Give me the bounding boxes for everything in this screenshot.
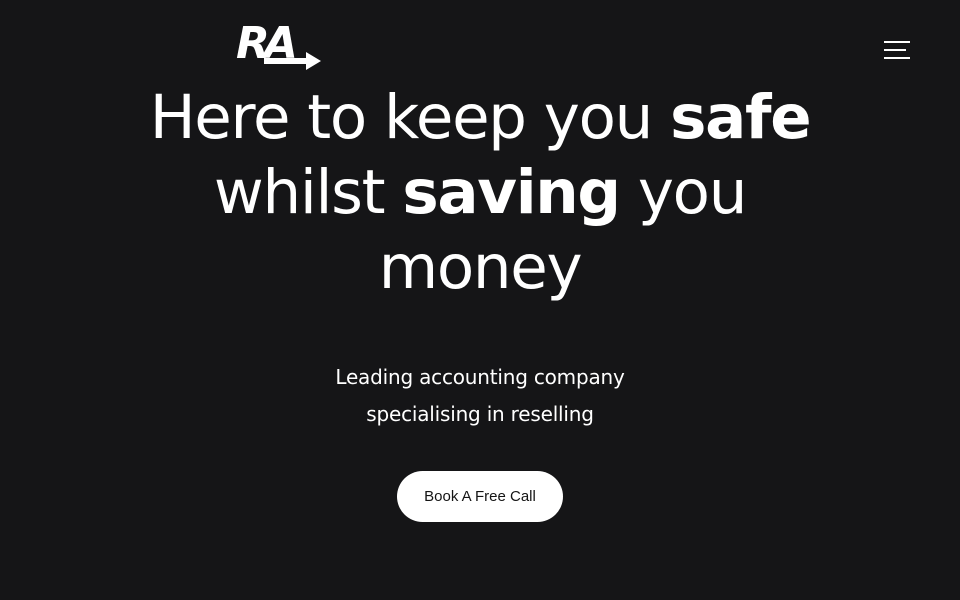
- menu-line-3: [884, 57, 910, 59]
- subtitle-line-1: Leading accounting company: [335, 365, 625, 389]
- hero-headline: Here to keep you safe whilst saving you …: [0, 80, 960, 305]
- hamburger-menu-icon[interactable]: [882, 38, 912, 62]
- headline-line-1: Here to keep you safe: [149, 82, 812, 153]
- menu-line-1: [884, 41, 910, 43]
- page: RA Here to keep you safe whilst saving y…: [0, 0, 960, 600]
- menu-line-2: [884, 49, 906, 51]
- ra-logo-icon: RA: [236, 18, 321, 70]
- book-free-call-button[interactable]: Book A Free Call: [397, 471, 563, 522]
- subtitle-line-2: specialising in reselling: [366, 402, 594, 426]
- hero-section: Here to keep you safe whilst saving you …: [0, 80, 960, 522]
- headline-line-2: whilst saving you: [213, 157, 747, 228]
- ra-logo[interactable]: RA: [236, 18, 324, 74]
- headline-line-3: money: [378, 232, 583, 303]
- hero-subtitle: Leading accounting company specialising …: [0, 359, 960, 433]
